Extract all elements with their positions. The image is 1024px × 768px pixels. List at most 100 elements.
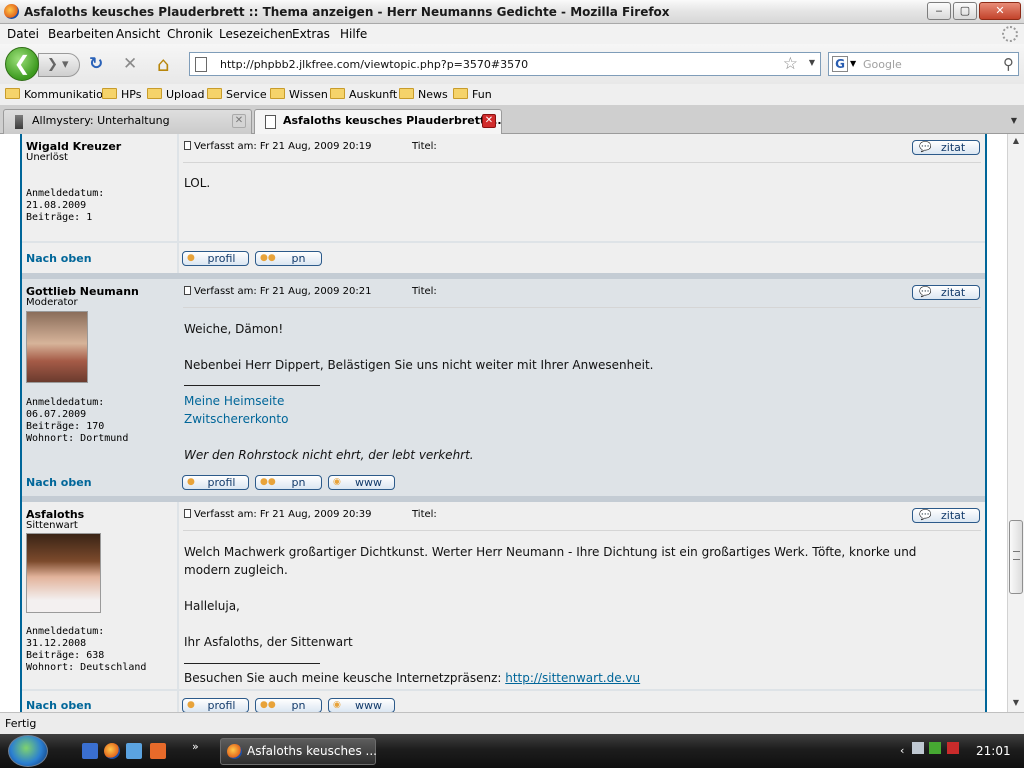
post-document-icon bbox=[184, 509, 191, 518]
tab-plauderbrett[interactable]: Asfaloths keusches Plauderbrett ... ✕ bbox=[254, 109, 502, 135]
bookmark-fun[interactable]: Fun bbox=[453, 88, 492, 101]
maximize-button[interactable]: ▢ bbox=[953, 2, 977, 20]
tab-label: Asfaloths keusches Plauderbrett ... bbox=[283, 114, 502, 127]
bookmark-service[interactable]: Service bbox=[207, 88, 267, 101]
pm-button[interactable]: ●● pn bbox=[255, 475, 322, 490]
search-bar[interactable]: G ▼ Google ⚲ bbox=[828, 52, 1019, 76]
bookmark-upload[interactable]: Upload bbox=[147, 88, 205, 101]
mail-icon[interactable] bbox=[150, 743, 166, 759]
post-text-line: Nebenbei Herr Dippert, Belästigen Sie un… bbox=[184, 358, 654, 372]
profile-icon: ● bbox=[187, 700, 195, 710]
www-icon: ◉ bbox=[333, 700, 341, 710]
post-text-line: Ihr Asfaloths, der Sittenwart bbox=[184, 635, 353, 649]
engine-dropdown-icon[interactable]: ▼ bbox=[850, 59, 856, 68]
document-icon[interactable] bbox=[126, 743, 142, 759]
stop-icon[interactable]: ✕ bbox=[123, 54, 137, 74]
save-disk-icon[interactable] bbox=[82, 743, 98, 759]
back-to-top-link[interactable]: Nach oben bbox=[26, 699, 92, 712]
pm-button[interactable]: ●● pn bbox=[255, 251, 322, 266]
google-engine-icon[interactable]: G bbox=[832, 56, 848, 72]
tray-network-icon[interactable] bbox=[911, 742, 924, 754]
page-viewport: Wigald Kreuzer Unerlöst Anmeldedatum: 21… bbox=[0, 134, 1007, 712]
pm-button[interactable]: ●● pn bbox=[255, 698, 322, 712]
post-author-rank: Moderator bbox=[26, 297, 78, 308]
tab-close-icon[interactable]: ✕ bbox=[482, 114, 496, 128]
signature-link-twitter[interactable]: Zwitschererkonto bbox=[184, 410, 288, 428]
menu-ansicht[interactable]: Ansicht bbox=[116, 27, 160, 41]
bookmark-kommunikation[interactable]: Kommunikation bbox=[5, 88, 110, 101]
bookmark-auskunft[interactable]: Auskunft bbox=[330, 88, 397, 101]
signature-separator bbox=[184, 663, 320, 664]
start-button[interactable] bbox=[8, 735, 48, 767]
signature-text: Besuchen Sie auch meine keusche Internet… bbox=[184, 671, 641, 685]
scroll-down-icon[interactable]: ▼ bbox=[1010, 698, 1022, 710]
signature-link-homepage[interactable]: Meine Heimseite bbox=[184, 392, 284, 410]
back-to-top-link[interactable]: Nach oben bbox=[26, 476, 92, 489]
reload-icon[interactable]: ↻ bbox=[89, 54, 103, 74]
post-footer-left: Nach oben bbox=[22, 468, 177, 496]
tray-alert-icon[interactable] bbox=[946, 742, 959, 754]
menu-lesezeichen[interactable]: Lesezeichen bbox=[219, 27, 293, 41]
menu-bearbeiten[interactable]: Bearbeiten bbox=[48, 27, 114, 41]
post-author-meta: Anmeldedatum: 31.12.2008 Beiträge: 638 W… bbox=[26, 626, 147, 673]
tray-expand-icon[interactable]: ‹ bbox=[900, 744, 904, 757]
signature-website-link[interactable]: http://sittenwart.de.vu bbox=[505, 671, 640, 685]
profile-button[interactable]: ● profil bbox=[182, 475, 249, 490]
bookmark-wissen[interactable]: Wissen bbox=[270, 88, 328, 101]
forward-button[interactable]: ❯ ▾ bbox=[38, 53, 80, 77]
home-icon[interactable]: ⌂ bbox=[157, 54, 170, 74]
bookmark-news[interactable]: News bbox=[399, 88, 448, 101]
vertical-scrollbar[interactable]: ▲ ▼ bbox=[1007, 134, 1024, 712]
scrollbar-thumb[interactable] bbox=[1009, 520, 1023, 594]
firefox-icon bbox=[227, 744, 242, 759]
menu-extras[interactable]: Extras bbox=[292, 27, 330, 41]
search-icon[interactable]: ⚲ bbox=[1003, 55, 1014, 73]
quote-button[interactable]: 💬 zitat bbox=[912, 508, 980, 523]
url-text[interactable]: http://phpbb2.jlkfree.com/viewtopic.php?… bbox=[220, 58, 528, 71]
scroll-up-icon[interactable]: ▲ bbox=[1010, 136, 1022, 148]
quote-button[interactable]: 💬 zitat bbox=[912, 140, 980, 155]
back-to-top-link[interactable]: Nach oben bbox=[26, 252, 92, 265]
quote-button[interactable]: 💬 zitat bbox=[912, 285, 980, 300]
post-document-icon bbox=[184, 141, 191, 150]
post-text-line: Halleluja, bbox=[184, 599, 240, 613]
menu-chronik[interactable]: Chronik bbox=[167, 27, 213, 41]
tab-list-arrow-icon[interactable]: ▼ bbox=[1007, 112, 1021, 130]
taskbar-firefox-window[interactable]: Asfaloths keusches ... bbox=[220, 738, 377, 765]
window-title: Asfaloths keusches Plauderbrett :: Thema… bbox=[24, 5, 670, 19]
www-button[interactable]: ◉ www bbox=[328, 475, 395, 490]
bookmark-star-icon[interactable]: ☆ bbox=[783, 54, 798, 74]
profile-button[interactable]: ● profil bbox=[182, 698, 249, 712]
quote-bubble-icon: 💬 bbox=[919, 510, 932, 521]
navigation-toolbar: ❯ ▾ ❮ ↻ ✕ ⌂ http://phpbb2.jlkfree.com/vi… bbox=[0, 44, 1024, 84]
quote-bubble-icon: 💬 bbox=[919, 287, 932, 298]
taskbar-clock[interactable]: 21:01 bbox=[976, 744, 1011, 758]
firefox-quicklaunch-icon[interactable] bbox=[104, 743, 120, 759]
close-button[interactable]: ✕ bbox=[979, 2, 1021, 20]
tab-allmystery[interactable]: Allmystery: Unterhaltung ✕ bbox=[3, 109, 252, 134]
loading-throbber-icon bbox=[1002, 26, 1018, 42]
url-bar[interactable]: http://phpbb2.jlkfree.com/viewtopic.php?… bbox=[189, 52, 821, 76]
post-separator bbox=[183, 307, 981, 308]
folder-icon bbox=[102, 88, 117, 99]
profile-icon: ● bbox=[187, 253, 195, 263]
bookmark-hps[interactable]: HPs bbox=[102, 88, 141, 101]
tab-close-icon[interactable]: ✕ bbox=[232, 114, 246, 128]
menu-hilfe[interactable]: Hilfe bbox=[340, 27, 367, 41]
pm-icon: ●● bbox=[260, 700, 276, 710]
menu-datei[interactable]: Datei bbox=[7, 27, 39, 41]
url-dropdown-icon[interactable]: ▼ bbox=[809, 58, 815, 67]
www-button[interactable]: ◉ www bbox=[328, 698, 395, 712]
tab-favicon bbox=[265, 115, 276, 129]
post-text-line: Weiche, Dämon! bbox=[184, 322, 284, 336]
post-author-cell: Gottlieb Neumann Moderator Anmeldedatum:… bbox=[22, 279, 177, 466]
post-header: Verfasst am: Fr 21 Aug, 2009 20:19 bbox=[184, 141, 371, 152]
profile-button[interactable]: ● profil bbox=[182, 251, 249, 266]
quicklaunch-more-icon[interactable]: » bbox=[192, 740, 199, 753]
minimize-button[interactable]: ‒ bbox=[927, 2, 951, 20]
post-author-rank: Unerlöst bbox=[26, 152, 68, 163]
search-input[interactable]: Google bbox=[863, 58, 902, 71]
tray-sync-icon[interactable] bbox=[929, 742, 942, 754]
post-author-meta: Anmeldedatum: 21.08.2009 Beiträge: 1 bbox=[26, 188, 105, 223]
back-button[interactable]: ❮ bbox=[5, 47, 39, 81]
